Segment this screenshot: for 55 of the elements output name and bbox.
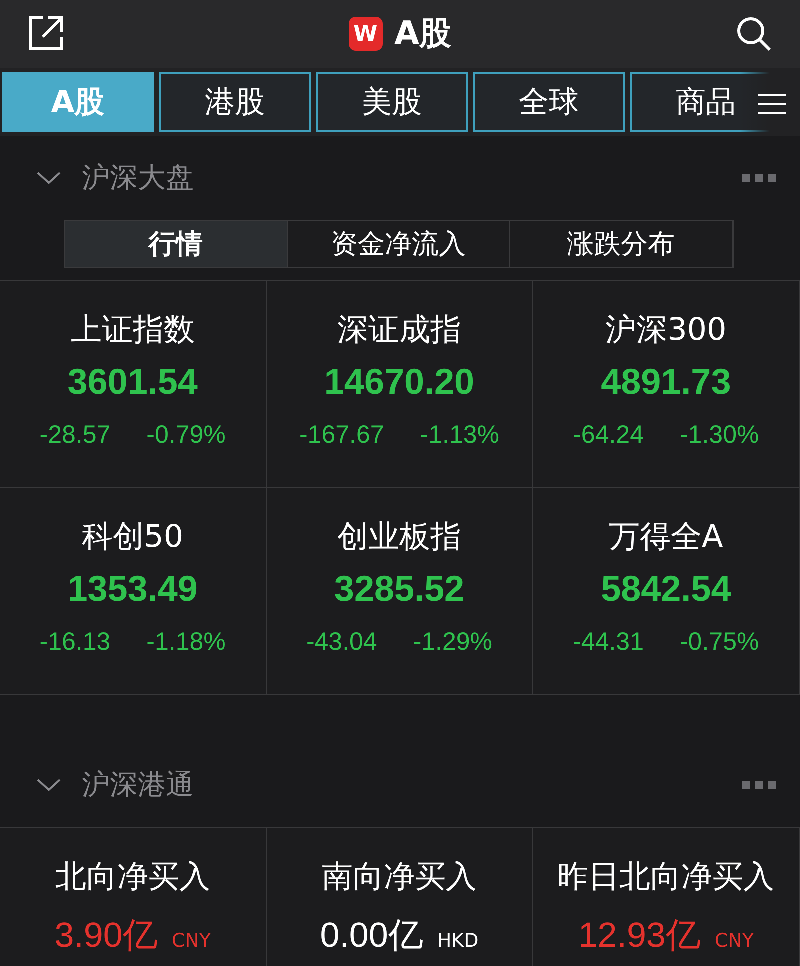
index-percent: -1.30% <box>680 421 760 450</box>
index-value: 3285.52 <box>334 568 465 610</box>
index-percent: -1.18% <box>146 628 226 657</box>
index-change: -167.67 <box>299 421 384 450</box>
index-percent: -0.79% <box>146 421 226 450</box>
index-change: -64.24 <box>573 421 644 450</box>
index-change: -28.57 <box>40 421 111 450</box>
more-icon[interactable] <box>742 781 776 789</box>
menu-icon <box>758 93 786 115</box>
page-title: A股 <box>394 13 452 54</box>
segment-tab[interactable]: 行情 <box>65 221 288 267</box>
index-change: -16.13 <box>40 628 111 657</box>
section-title: 沪深大盘 <box>82 160 195 196</box>
index-card[interactable]: 万得全A 5842.54 -44.31 -0.75% <box>533 488 800 695</box>
currency-label: HKD <box>437 930 479 952</box>
flow-value: 0.00亿 <box>320 915 424 957</box>
market-tab[interactable]: 全球 <box>473 72 625 132</box>
index-card[interactable]: 科创50 1353.49 -16.13 -1.18% <box>0 488 267 695</box>
index-name: 上证指数 <box>70 311 195 350</box>
index-value: 4891.73 <box>601 361 732 403</box>
index-name: 科创50 <box>82 518 184 557</box>
app-logo: W <box>348 17 383 51</box>
index-card[interactable]: 创业板指 3285.52 -43.04 -1.29% <box>266 488 534 695</box>
index-card[interactable]: 沪深300 4891.73 -64.24 -1.30% <box>533 281 800 488</box>
index-percent: -0.75% <box>680 628 760 657</box>
index-value: 3601.54 <box>68 361 198 403</box>
chevron-down-icon[interactable] <box>36 170 62 186</box>
index-name: 万得全A <box>609 518 724 557</box>
flow-value: 3.90亿 <box>54 915 158 957</box>
index-name: 创业板指 <box>337 518 462 557</box>
chevron-down-icon[interactable] <box>36 777 62 793</box>
flow-name: 昨日北向净买入 <box>558 858 775 897</box>
index-value: 14670.20 <box>324 361 475 403</box>
flow-name: 南向净买入 <box>322 858 477 897</box>
more-icon[interactable] <box>742 174 776 182</box>
index-card[interactable]: 深证成指 14670.20 -167.67 -1.13% <box>266 281 534 488</box>
index-name: 深证成指 <box>337 311 462 350</box>
index-card[interactable]: 上证指数 3601.54 -28.57 -0.79% <box>0 281 267 488</box>
currency-label: CNY <box>172 930 211 952</box>
market-tab[interactable]: 美股 <box>316 72 468 132</box>
flow-card[interactable]: 南向净买入 0.00亿 HKD <box>266 828 534 966</box>
index-change: -43.04 <box>306 628 378 657</box>
index-value: 1353.49 <box>68 568 198 610</box>
index-percent: -1.29% <box>413 628 493 657</box>
flow-value: 12.93亿 <box>578 915 701 957</box>
section-title: 沪深港通 <box>82 767 195 803</box>
index-percent: -1.13% <box>420 421 500 450</box>
share-icon[interactable] <box>28 16 64 52</box>
index-value: 5842.54 <box>601 568 732 610</box>
flow-name: 北向净买入 <box>55 858 210 897</box>
currency-label: CNY <box>714 930 754 952</box>
market-tab[interactable]: 港股 <box>159 72 311 132</box>
index-change: -44.31 <box>573 628 644 657</box>
index-name: 沪深300 <box>606 311 727 350</box>
search-icon[interactable] <box>736 16 772 52</box>
